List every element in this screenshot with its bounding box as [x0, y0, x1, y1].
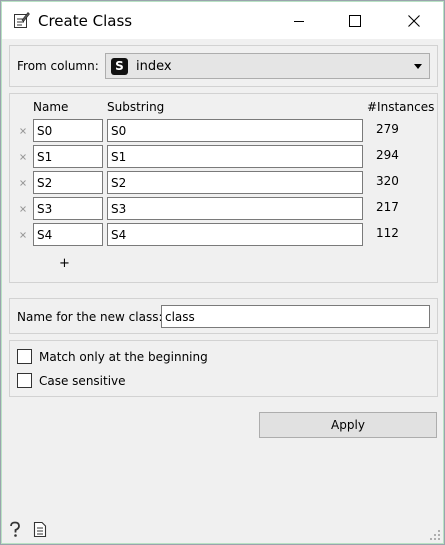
chevron-down-icon: [414, 64, 422, 69]
resize-grip-icon[interactable]: [429, 529, 441, 541]
match-beginning-checkbox[interactable]: [17, 349, 32, 364]
rule-name-input[interactable]: S3: [33, 197, 103, 220]
add-rule-button[interactable]: +: [59, 256, 70, 271]
minimize-icon: [294, 20, 304, 22]
rule-substring-input[interactable]: S1: [107, 145, 363, 168]
rule-name-input[interactable]: S4: [33, 223, 103, 246]
title-bar[interactable]: Create Class: [2, 2, 443, 39]
remove-row-icon[interactable]: [20, 232, 26, 238]
options-group: [9, 340, 438, 397]
substring-column-header: Substring: [107, 100, 165, 114]
rule-instance-count: 279: [376, 122, 399, 136]
rule-name-input[interactable]: S2: [33, 171, 103, 194]
case-sensitive-label: Case sensitive: [39, 374, 126, 388]
maximize-button[interactable]: [332, 2, 378, 39]
window-title: Create Class: [38, 12, 133, 30]
case-sensitive-checkbox[interactable]: [17, 373, 32, 388]
rule-substring-input[interactable]: S2: [107, 171, 363, 194]
from-column-select[interactable]: S index: [105, 53, 430, 79]
remove-row-icon[interactable]: [20, 154, 26, 160]
rule-name-input[interactable]: S1: [33, 145, 103, 168]
rule-substring-input[interactable]: S3: [107, 197, 363, 220]
from-column-label: From column:: [17, 59, 99, 73]
remove-row-icon[interactable]: [20, 180, 26, 186]
instances-column-header: #Instances: [367, 100, 435, 114]
rule-instance-count: 217: [376, 200, 399, 214]
rule-instance-count: 320: [376, 174, 399, 188]
rule-instance-count: 112: [376, 226, 399, 240]
rule-instance-count: 294: [376, 148, 399, 162]
minimize-button[interactable]: [276, 2, 322, 39]
rule-name-input[interactable]: S0: [33, 119, 103, 142]
new-class-label: Name for the new class:: [17, 310, 163, 324]
string-type-icon: S: [111, 57, 128, 75]
maximize-icon: [349, 14, 361, 27]
name-column-header: Name: [33, 100, 69, 114]
remove-row-icon[interactable]: [20, 206, 26, 212]
help-icon[interactable]: [8, 521, 22, 538]
new-class-name-input[interactable]: class: [161, 305, 430, 328]
create-class-window: Create Class From column: S index Name S…: [0, 0, 445, 545]
remove-row-icon[interactable]: [20, 128, 26, 134]
rule-substring-input[interactable]: S0: [107, 119, 363, 142]
close-icon: [408, 14, 420, 27]
apply-button[interactable]: Apply: [259, 412, 437, 438]
close-button[interactable]: [391, 2, 437, 39]
from-column-value: index: [136, 58, 172, 74]
match-beginning-label: Match only at the beginning: [39, 350, 208, 364]
report-icon[interactable]: [33, 521, 47, 538]
app-icon: [14, 12, 30, 28]
rule-substring-input[interactable]: S4: [107, 223, 363, 246]
